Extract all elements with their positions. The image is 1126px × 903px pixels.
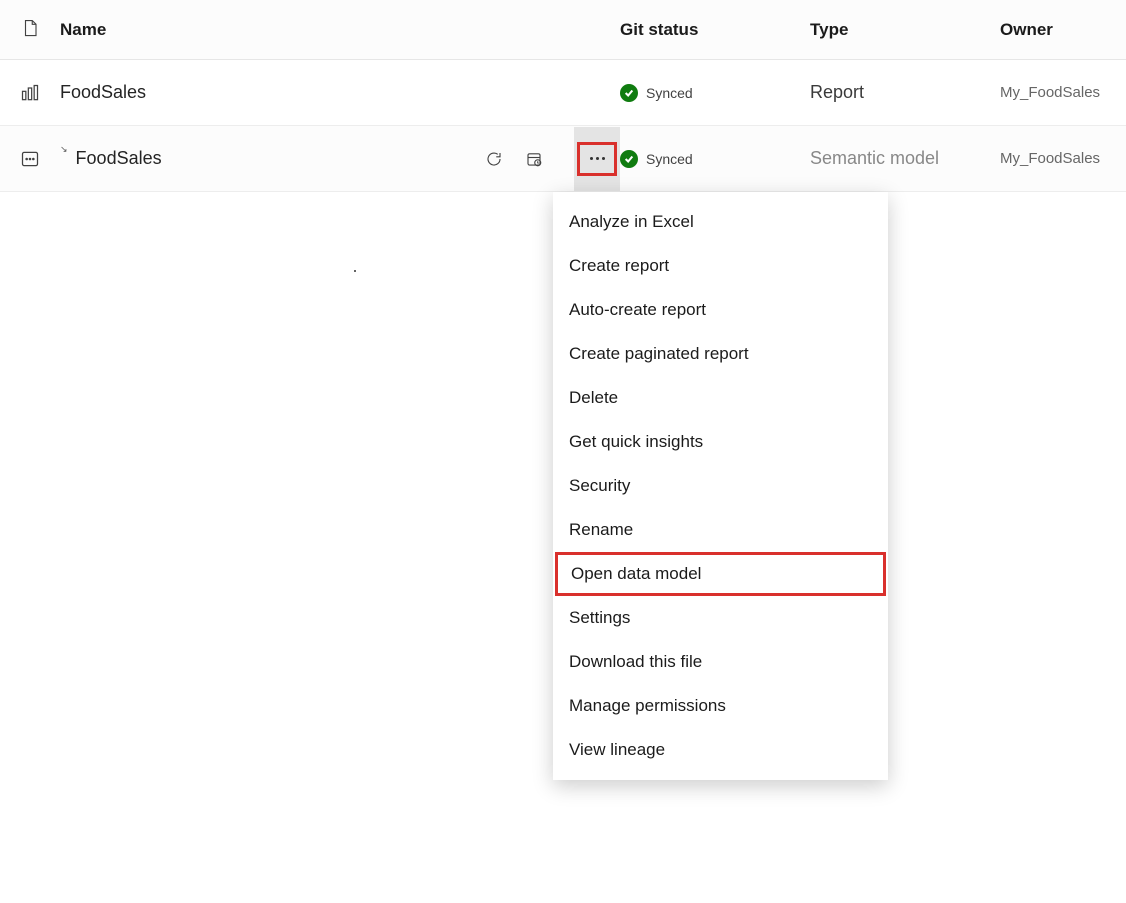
menu-view-lineage[interactable]: View lineage [553, 728, 888, 772]
file-icon [21, 17, 39, 42]
git-status-cell: Synced [620, 150, 810, 168]
menu-delete[interactable]: Delete [553, 376, 888, 420]
table-header: Name Git status Type Owner [0, 0, 1126, 60]
table-row[interactable]: FoodSales Synced Report My_FoodSales [0, 60, 1126, 126]
more-options-button[interactable] [574, 127, 620, 191]
header-type[interactable]: Type [810, 20, 1000, 40]
report-icon [0, 83, 60, 103]
menu-create-report[interactable]: Create report [553, 244, 888, 288]
item-type: Semantic model [810, 148, 1000, 169]
menu-create-paginated-report[interactable]: Create paginated report [553, 332, 888, 376]
item-owner[interactable]: My_FoodSales [1000, 150, 1106, 167]
schedule-refresh-button[interactable] [518, 143, 550, 175]
menu-get-quick-insights[interactable]: Get quick insights [553, 420, 888, 464]
menu-rename[interactable]: Rename [553, 508, 888, 552]
relation-arrow-icon: ↘ [60, 144, 68, 155]
menu-manage-permissions[interactable]: Manage permissions [553, 684, 888, 728]
git-status-text: Synced [646, 85, 693, 101]
git-status-text: Synced [646, 151, 693, 167]
menu-open-data-model[interactable]: Open data model [555, 552, 886, 596]
menu-settings[interactable]: Settings [553, 596, 888, 640]
header-owner[interactable]: Owner [1000, 20, 1106, 40]
header-git-status[interactable]: Git status [620, 20, 810, 40]
dataset-icon [0, 149, 60, 169]
menu-analyze-in-excel[interactable]: Analyze in Excel [553, 200, 888, 244]
item-name[interactable]: FoodSales [60, 82, 146, 103]
menu-auto-create-report[interactable]: Auto-create report [553, 288, 888, 332]
menu-download-this-file[interactable]: Download this file [553, 640, 888, 684]
header-name[interactable]: Name [60, 20, 620, 40]
ellipsis-icon [590, 157, 605, 160]
stray-dot [354, 270, 356, 272]
context-menu: Analyze in Excel Create report Auto-crea… [553, 192, 888, 780]
item-owner[interactable]: My_FoodSales [1000, 84, 1106, 101]
menu-security[interactable]: Security [553, 464, 888, 508]
synced-check-icon [620, 84, 638, 102]
table-row[interactable]: ↘ FoodSales Synced Semantic model My_Foo… [0, 126, 1126, 192]
refresh-button[interactable] [478, 143, 510, 175]
file-type-header-icon [0, 17, 60, 42]
item-type: Report [810, 82, 1000, 103]
synced-check-icon [620, 150, 638, 168]
item-name[interactable]: FoodSales [76, 148, 162, 169]
git-status-cell: Synced [620, 84, 810, 102]
